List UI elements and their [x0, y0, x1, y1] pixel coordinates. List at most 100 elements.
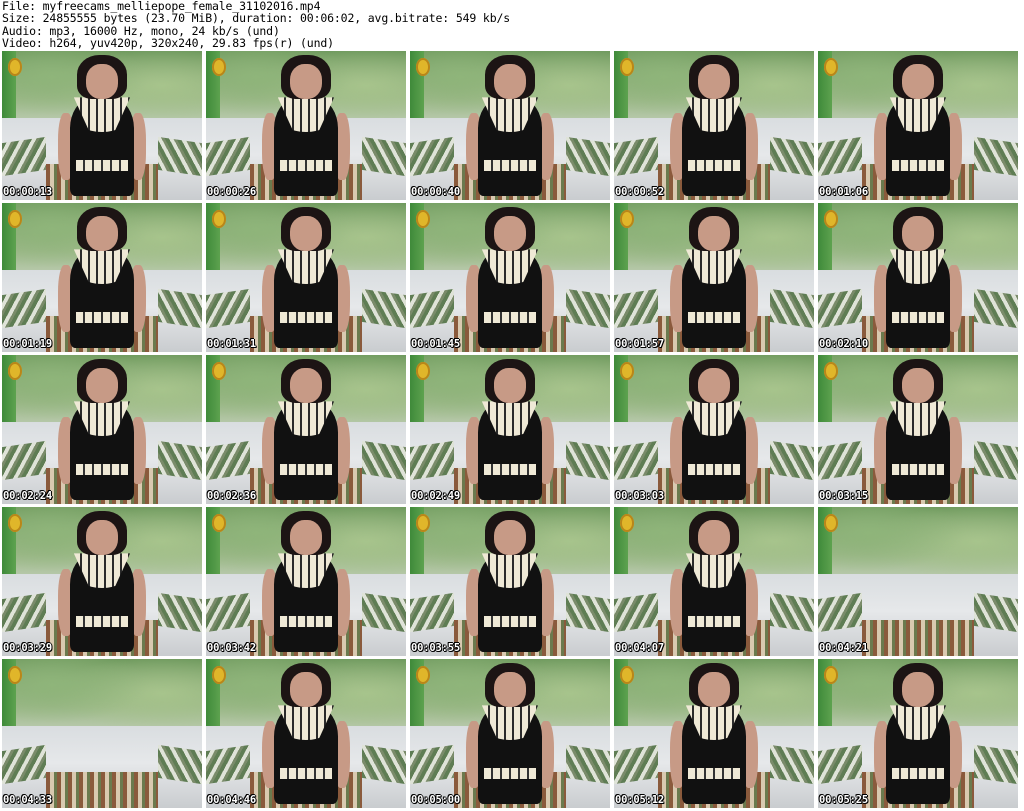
- person: [874, 359, 962, 504]
- patterned-belt: [279, 159, 333, 172]
- frame-scene: [206, 203, 406, 352]
- thumbnail-timestamp: 00:03:42: [207, 642, 256, 654]
- frame-scene: [410, 355, 610, 504]
- face: [290, 520, 322, 555]
- striped-pillow-right: [566, 745, 610, 785]
- striped-pillow-left: [614, 441, 658, 481]
- thumbnail-timestamp: 00:02:49: [411, 490, 460, 502]
- person: [58, 359, 146, 504]
- striped-pillow-left: [410, 745, 454, 785]
- patterned-belt: [483, 767, 537, 780]
- frame-scene: [206, 507, 406, 656]
- striped-pillow-right: [362, 745, 406, 785]
- frame-scene: [410, 203, 610, 352]
- striped-pillow-right: [362, 137, 406, 177]
- patterned-belt: [687, 767, 741, 780]
- striped-pillow-left: [614, 593, 658, 633]
- person: [874, 55, 962, 200]
- striped-pillow-left: [818, 137, 862, 177]
- face: [290, 216, 322, 251]
- face: [494, 216, 526, 251]
- striped-pillow-right: [770, 441, 814, 481]
- person: [874, 663, 962, 808]
- thumbnail-timestamp: 00:01:06: [819, 186, 868, 198]
- frame-scene: [2, 51, 202, 200]
- person: [58, 511, 146, 656]
- striped-pillow-left: [614, 289, 658, 329]
- frame-scene: [614, 51, 814, 200]
- video-thumbnail: 00:04:07: [614, 507, 814, 656]
- face: [494, 520, 526, 555]
- thumbnail-timestamp: 00:04:07: [615, 642, 664, 654]
- video-thumbnail: 00:04:33: [2, 659, 202, 808]
- person: [58, 207, 146, 352]
- striped-pillow-right: [362, 593, 406, 633]
- frame-scene: [614, 203, 814, 352]
- person: [262, 359, 350, 504]
- thumbnail-timestamp: 00:02:36: [207, 490, 256, 502]
- video-thumbnail: 00:01:57: [614, 203, 814, 352]
- frame-scene: [2, 659, 202, 808]
- video-thumbnail: 00:03:15: [818, 355, 1018, 504]
- patterned-belt: [687, 311, 741, 324]
- face: [902, 368, 934, 403]
- video-thumbnail: 00:03:55: [410, 507, 610, 656]
- thumbnail-timestamp: 00:05:25: [819, 794, 868, 806]
- person: [262, 207, 350, 352]
- striped-pillow-right: [974, 441, 1018, 481]
- frame-scene: [206, 659, 406, 808]
- frame-scene: [2, 507, 202, 656]
- face: [494, 368, 526, 403]
- patterned-belt: [891, 463, 945, 476]
- person: [466, 663, 554, 808]
- thumbnail-timestamp: 00:03:03: [615, 490, 664, 502]
- face: [290, 64, 322, 99]
- patterned-belt: [279, 463, 333, 476]
- person: [262, 511, 350, 656]
- patterned-belt: [279, 767, 333, 780]
- video-thumbnail: 00:04:21: [818, 507, 1018, 656]
- frame-scene: [818, 355, 1018, 504]
- patterned-belt: [891, 767, 945, 780]
- video-thumbnail: 00:04:46: [206, 659, 406, 808]
- face: [86, 368, 118, 403]
- thumbnail-timestamp: 00:03:29: [3, 642, 52, 654]
- striped-pillow-right: [770, 593, 814, 633]
- video-thumbnail: 00:01:06: [818, 51, 1018, 200]
- video-thumbnail: 00:01:45: [410, 203, 610, 352]
- thumbnail-timestamp: 00:02:24: [3, 490, 52, 502]
- person: [262, 663, 350, 808]
- thumbnail-timestamp: 00:00:40: [411, 186, 460, 198]
- striped-pillow-left: [2, 441, 46, 481]
- striped-pillow-left: [410, 137, 454, 177]
- person: [262, 55, 350, 200]
- frame-scene: [818, 203, 1018, 352]
- striped-pillow-left: [818, 289, 862, 329]
- video-thumbnail: 00:05:00: [410, 659, 610, 808]
- striped-pillow-right: [974, 745, 1018, 785]
- video-thumbnail: 00:02:49: [410, 355, 610, 504]
- frame-scene: [410, 507, 610, 656]
- frame-scene: [206, 51, 406, 200]
- striped-pillow-left: [410, 289, 454, 329]
- frame-scene: [818, 659, 1018, 808]
- thumbnail-timestamp: 00:05:12: [615, 794, 664, 806]
- file-info-header: File: myfreecams_melliepope_female_31102…: [2, 0, 1022, 50]
- video-thumbnail: 00:03:03: [614, 355, 814, 504]
- video-thumbnail: 00:02:36: [206, 355, 406, 504]
- face: [698, 64, 730, 99]
- striped-pillow-left: [818, 593, 862, 633]
- striped-pillow-right: [566, 289, 610, 329]
- face: [902, 64, 934, 99]
- thumbnail-timestamp: 00:00:26: [207, 186, 256, 198]
- striped-pillow-left: [614, 745, 658, 785]
- striped-pillow-right: [974, 137, 1018, 177]
- video-thumbnail: 00:01:19: [2, 203, 202, 352]
- thumbnail-timestamp: 00:00:13: [3, 186, 52, 198]
- person: [466, 359, 554, 504]
- patterned-belt: [891, 311, 945, 324]
- striped-pillow-right: [566, 137, 610, 177]
- face: [902, 672, 934, 707]
- patterned-belt: [279, 311, 333, 324]
- frame-scene: [2, 203, 202, 352]
